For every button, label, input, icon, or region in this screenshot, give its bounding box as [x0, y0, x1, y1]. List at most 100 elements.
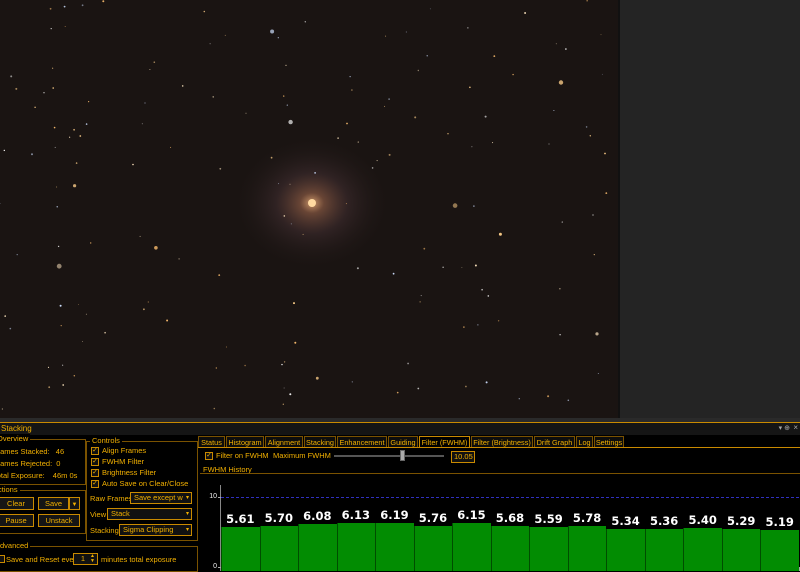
star	[597, 373, 599, 374]
star	[405, 31, 407, 33]
save-reset-minutes-stepper[interactable]: 1 ▲ ▼	[73, 553, 98, 565]
fwhm-filter-checkbox[interactable]: ✓	[91, 458, 99, 466]
frames-rejected-label: Frames Rejected:	[0, 459, 53, 468]
overview-title: Overview	[0, 434, 31, 444]
maximum-fwhm-label: Maximum FWHM	[273, 451, 331, 460]
frames-stacked-label: Frames Stacked:	[0, 447, 50, 456]
star	[52, 87, 54, 89]
view-select[interactable]: Stack ▾	[107, 508, 192, 520]
fwhm-bar-label: 6.08	[303, 508, 332, 523]
star	[203, 10, 206, 13]
actions-title: Actions	[0, 485, 20, 495]
star	[484, 115, 487, 118]
star	[10, 75, 13, 78]
star	[553, 110, 555, 111]
star	[414, 116, 417, 119]
star	[166, 319, 169, 322]
star	[218, 274, 221, 276]
star	[555, 43, 557, 45]
star	[452, 203, 458, 208]
y-tick-label: 0	[213, 563, 217, 570]
star	[559, 334, 561, 336]
star	[384, 105, 386, 107]
filter-on-fwhm-checkbox[interactable]: ✓	[205, 452, 213, 460]
star	[90, 242, 92, 244]
star	[423, 247, 426, 250]
star	[593, 254, 595, 256]
brightness-filter-checkbox[interactable]: ✓	[91, 469, 99, 477]
tab-enhancement[interactable]: Enhancement	[337, 436, 387, 447]
fwhm-bar	[259, 526, 299, 571]
star	[293, 302, 295, 305]
star	[417, 69, 419, 72]
star	[60, 325, 62, 327]
fwhm-bar	[490, 526, 530, 571]
total-exposure-row: Total Exposure: 46m 0s	[0, 471, 77, 480]
pause-button[interactable]: Pause	[0, 514, 34, 527]
fwhm-bar-label: 5.78	[572, 510, 602, 525]
star	[600, 34, 602, 36]
stacking-label: Stacking	[90, 526, 119, 535]
fwhm-bar-label: 5.61	[226, 511, 255, 526]
tab-filter-fwhm[interactable]: Filter (FWHM)	[419, 436, 470, 447]
filter-on-fwhm-label: Filter on FWHM	[216, 451, 269, 460]
tab-filter-brightness[interactable]: Filter (Brightness)	[471, 436, 533, 447]
star	[473, 205, 475, 207]
star	[212, 96, 214, 98]
star	[78, 304, 79, 305]
tab-histogram[interactable]: Histogram	[226, 436, 264, 447]
tab-drift-graph[interactable]: Drift Graph	[534, 436, 575, 447]
star	[512, 73, 514, 76]
tab-settings[interactable]: Settings	[594, 436, 624, 447]
fwhm-bar	[452, 523, 491, 571]
stacking-select[interactable]: Sigma Clipping ▾	[119, 524, 192, 536]
star	[43, 92, 45, 94]
star	[349, 76, 351, 78]
save-button[interactable]: Save	[38, 497, 69, 510]
frames-stacked-value: 46	[55, 447, 65, 456]
slider-thumb[interactable]	[400, 450, 406, 461]
align-frames-checkbox[interactable]: ✓	[91, 447, 99, 455]
y-tick-mark	[218, 497, 221, 498]
star	[396, 391, 399, 394]
controls-title: Controls	[90, 436, 122, 446]
star	[31, 153, 33, 156]
fwhm-filter-label: FWHM Filter	[102, 457, 145, 466]
tab-status[interactable]: Status	[198, 436, 225, 447]
star	[289, 393, 292, 396]
stacked-image-view[interactable]	[0, 0, 618, 418]
side-panel	[620, 0, 800, 418]
fwhm-bar-label: 5.40	[688, 513, 717, 528]
save-reset-checkbox[interactable]	[0, 555, 5, 563]
save-reset-minutes-value: 1	[80, 554, 85, 563]
maximum-fwhm-input[interactable]: 10.05	[451, 451, 475, 463]
unstack-button[interactable]: Unstack	[38, 514, 80, 527]
star	[351, 381, 353, 383]
star	[585, 126, 588, 128]
star	[1, 408, 3, 410]
auto-save-checkbox[interactable]: ✓	[91, 480, 99, 488]
tab-stacking[interactable]: Stacking	[304, 436, 336, 447]
star	[49, 7, 52, 10]
save-dropdown-button[interactable]: ▼	[69, 497, 80, 510]
clear-button[interactable]: Clear	[0, 497, 34, 510]
tab-guiding[interactable]: Guiding	[388, 436, 418, 447]
chevron-down-icon: ▾	[185, 527, 189, 533]
pin-icon[interactable]: ▾ ⊕	[779, 424, 790, 432]
spinner-arrows-icon[interactable]: ▲ ▼	[90, 554, 95, 564]
star	[59, 304, 62, 307]
tab-alignment[interactable]: Alignment	[265, 436, 303, 447]
star	[351, 89, 353, 91]
star	[392, 272, 395, 275]
maximum-fwhm-slider[interactable]	[334, 450, 444, 461]
star	[485, 381, 488, 384]
close-icon[interactable]: ×	[793, 423, 798, 432]
tab-log[interactable]: Log	[576, 436, 593, 447]
save-reset-label: Save and Reset every	[6, 555, 80, 564]
raw-frames-select[interactable]: Save except w ▾	[130, 492, 192, 504]
fwhm-bar-label: 5.19	[765, 514, 794, 529]
fwhm-bar-label: 5.29	[727, 514, 756, 529]
star	[56, 186, 58, 188]
star	[244, 364, 246, 367]
star	[181, 85, 184, 87]
